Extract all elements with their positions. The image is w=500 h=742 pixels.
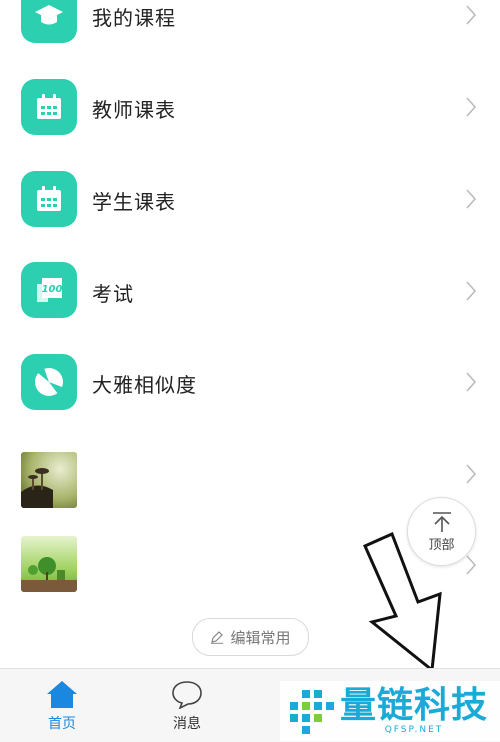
- calendar-icon: [21, 171, 77, 227]
- chevron-right-icon: [466, 97, 477, 117]
- menu-item-exam[interactable]: 100 考试: [0, 245, 500, 337]
- chevron-right-icon: [466, 189, 477, 209]
- chevron-right-icon: [466, 464, 477, 484]
- watermark-title: 量链科技: [340, 685, 489, 726]
- menu-item-daya-similarity[interactable]: 大雅相似度: [0, 336, 500, 428]
- menu-item-teacher-timetable[interactable]: 教师课表: [0, 61, 500, 153]
- menu-item-label: 考试: [92, 282, 134, 306]
- pencil-icon: [211, 631, 224, 644]
- chat-bubble-icon: [172, 681, 202, 709]
- tab-messages-label: 消息: [173, 716, 201, 732]
- watermark-logo-icon: [290, 690, 334, 734]
- edit-favorites-button[interactable]: 编辑常用: [192, 618, 309, 656]
- watermark: 量链科技 QFSP.NET: [280, 681, 500, 741]
- chevron-right-icon: [466, 281, 477, 301]
- chevron-right-icon: [466, 5, 477, 25]
- menu-item-label: 教师课表: [92, 98, 176, 122]
- annotation-arrow-icon: [363, 531, 442, 673]
- chevron-right-icon: [466, 555, 477, 575]
- menu-item-my-courses[interactable]: 我的课程: [0, 0, 500, 61]
- svg-text:100: 100: [42, 284, 63, 295]
- edit-favorites-label: 编辑常用: [230, 628, 291, 647]
- menu-item-student-timetable[interactable]: 学生课表: [0, 153, 500, 245]
- tab-messages[interactable]: 消息: [157, 679, 217, 733]
- tree-landscape-thumbnail: [21, 536, 77, 592]
- tab-home-label: 首页: [48, 716, 76, 732]
- home-icon: [47, 681, 77, 708]
- watermark-subtitle: QFSP.NET: [384, 725, 444, 735]
- pie-slice-icon: [21, 354, 77, 410]
- mushroom-thumbnail: [21, 452, 77, 508]
- menu-item-label: 学生课表: [92, 190, 176, 214]
- tab-home[interactable]: 首页: [32, 679, 92, 733]
- score-100-icon: 100: [21, 262, 77, 318]
- chevron-right-icon: [466, 372, 477, 392]
- calendar-icon: [21, 79, 77, 135]
- menu-item-label: 大雅相似度: [92, 373, 197, 397]
- menu-item-label: 我的课程: [92, 6, 176, 30]
- graduation-cap-icon: [21, 0, 77, 43]
